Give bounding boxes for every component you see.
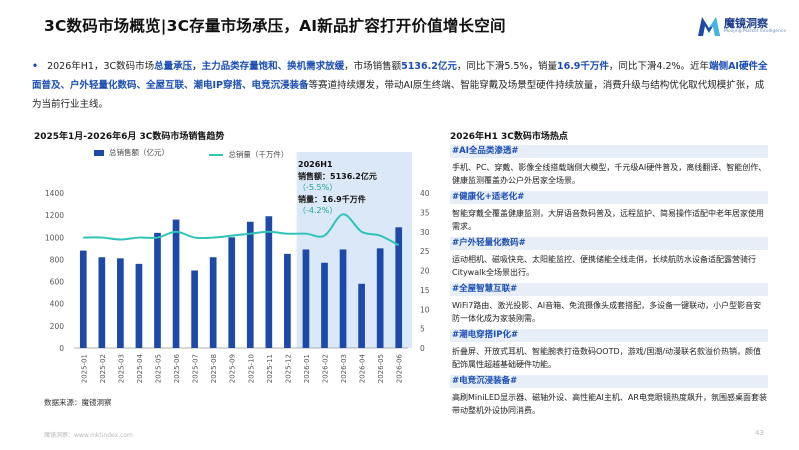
brand-logo: 魔镜洞察 Moojing Market Intelligence [696,12,792,42]
x-tick-label: 2025-02 [99,354,107,383]
hot-topic-desc: 折叠屏、开放式耳机、智能腕表打造数码OOTD，游戏/国潮/动漫联名款溢价热销，颜… [452,347,762,369]
y-left-tick: 0 [59,344,64,353]
x-tick-label: 2025-01 [80,354,88,383]
data-source: 数据来源：魔镜洞察 [44,398,112,407]
bar [339,249,347,348]
bar [191,270,198,348]
y-left-tick: 1000 [45,233,64,242]
callout-volume-change: （-4.2%） [298,206,338,215]
y-left-tick: 1200 [45,211,64,220]
bar [228,237,236,348]
intro-text: ，同比下滑4.2%。近年 [608,61,710,72]
x-tick-label: 2026-03 [340,354,348,383]
y-right-tick: 30 [420,228,430,237]
x-tick-label: 2025-10 [247,354,255,383]
hot-topic-tag: #AI全品类渗透# [450,145,768,158]
hot-topic-tag: #全屋智慧互联# [450,283,768,296]
bar [302,249,310,348]
x-tick-label: 2025-05 [155,354,163,383]
hot-topic-desc: WiFi7路由、激光投影、AI音箱、免流摄像头成套搭配，多设备一键联动，小户型影… [452,301,762,323]
bar [98,257,106,348]
intro-highlight: 16.9千万件 [556,61,609,72]
bar [358,283,365,348]
callout-volume: 销量：16.9千万件 [298,194,366,204]
bar [265,216,273,348]
bar [321,262,328,348]
x-tick-label: 2026-02 [322,354,330,383]
bar [246,221,254,348]
h1-summary-callout: 2026H1 销售额：5136.2亿元 （-5.5%） 销量：16.9千万件 （… [298,159,420,217]
footer-website: 魔镜洞察：www.mktindex.com [44,432,133,439]
page-number: 43 [755,429,764,437]
bar [376,248,384,348]
x-tick-label: 2026-01 [303,354,311,383]
bar [172,219,180,348]
hot-topics-list: #AI全品类渗透# 手机、PC、穿戴、影像全线搭载端侧大模型，千元级AI硬件普及… [450,142,768,418]
bar [135,263,143,348]
intro-text: ，同比下滑5.5%，销量 [456,61,557,72]
y-right-tick: 5 [420,325,425,334]
y-right-tick: 15 [420,286,430,295]
x-tick-label: 2026-05 [377,354,385,383]
y-left-tick: 400 [50,300,65,309]
bar [209,257,217,348]
y-left-tick: 200 [50,322,65,331]
x-tick-label: 2025-12 [284,354,292,383]
callout-period: 2026H1 [298,160,333,169]
hot-topic-desc: 手机、PC、穿戴、影像全线搭载端侧大模型，千元级AI硬件普及，离线翻译、智能创作… [452,163,767,185]
x-tick-label: 2025-11 [266,354,274,383]
y-right-tick: 25 [420,247,430,256]
hot-topic-desc: 高刷MiniLED显示器、磁轴外设、高性能AI主机、AR电竞眼镜热度飙升，氛围感… [452,393,767,415]
hot-topics-title: 2026年H1 3C数码市场热点 [450,132,568,142]
x-tick-label: 2025-08 [210,354,218,383]
y-left-tick: 1400 [45,189,64,198]
x-tick-label: 2025-06 [173,353,181,383]
hot-topic-tag: #户外轻量化数码# [450,237,768,250]
logo-mark-icon [698,17,720,36]
x-tick-label: 2025-04 [136,353,144,383]
x-tick-label: 2025-03 [117,354,125,383]
bar [117,258,124,348]
hot-topic-desc: 运动相机、磁吸快充、太阳能监控、便携储能全线走俏，长续航防水设备适配露营骑行Ci… [452,255,756,277]
x-tick-label: 2025-09 [229,354,237,383]
bar [395,227,403,348]
bar [154,232,161,348]
hot-topic-tag: #潮电穿搭IP化# [450,329,768,342]
hot-topic-desc: 智能穿戴全覆盖健康监测，大屏语音数码普及，远程监护、简易操作适配中老年居家使用需… [452,209,764,231]
x-tick-label: 2025-07 [192,354,200,383]
hot-topic-tag: #电竞沉浸装备# [450,375,768,388]
y-right-tick: 20 [420,267,430,276]
y-right-tick: 40 [420,189,430,198]
y-left-tick: 800 [50,255,65,264]
y-right-tick: 10 [420,305,430,314]
x-tick-label: 2026-04 [359,353,367,383]
bar [79,250,87,348]
callout-sales: 销售额：5136.2亿元 [298,171,377,181]
y-left-tick: 600 [50,278,65,287]
y-right-tick: 0 [420,344,425,353]
x-tick-label: 2026-06 [396,353,404,383]
callout-sales-change: （-5.5%） [298,183,338,192]
hot-topic-tag: #健康化+适老化# [450,191,768,204]
logo-subtitle: Moojing Market Intelligence [724,29,787,34]
y-right-tick: 35 [420,208,430,217]
bar [284,253,291,348]
